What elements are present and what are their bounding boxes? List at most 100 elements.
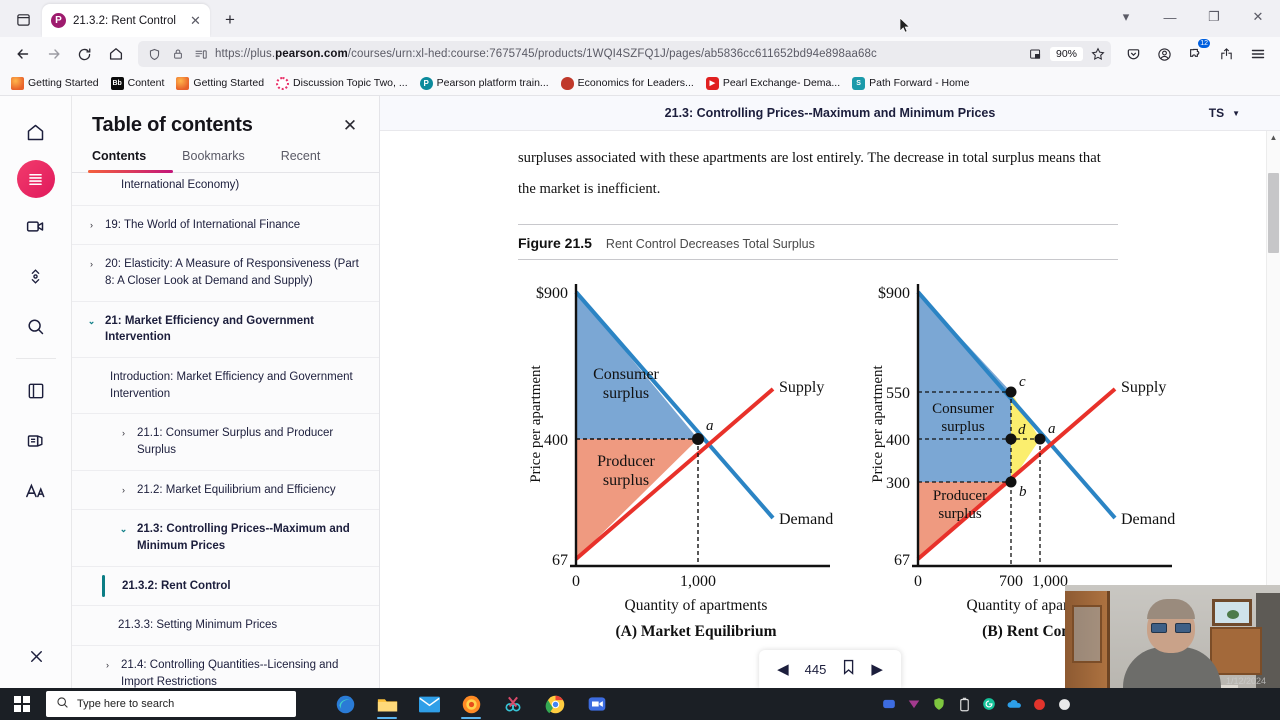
menu-icon[interactable]: [1243, 40, 1272, 68]
chevron-right-icon[interactable]: ›: [86, 217, 97, 232]
maximize-icon[interactable]: ❐: [1192, 0, 1236, 34]
file-explorer-icon[interactable]: [368, 688, 406, 720]
scroll-up-icon[interactable]: ▲: [1267, 133, 1280, 142]
point-a: [1034, 433, 1046, 445]
toc-item[interactable]: › 21.2: Market Equilibrium and Efficienc…: [72, 471, 379, 511]
tab-title: 21.3.2: Rent Control: [73, 14, 176, 27]
close-icon[interactable]: ✕: [339, 115, 361, 137]
bookmark-item[interactable]: Bb Content: [106, 75, 170, 92]
rail-item-search[interactable]: [14, 304, 58, 348]
chevron-down-icon[interactable]: ⌄: [118, 521, 129, 536]
onedrive-icon[interactable]: [1006, 696, 1022, 712]
bookmark-icon[interactable]: [842, 659, 855, 679]
rail-close-icon[interactable]: [0, 647, 72, 666]
mouse-cursor: [900, 18, 911, 33]
chevron-down-icon[interactable]: ⌄: [86, 313, 97, 328]
zoom-tray-icon[interactable]: [881, 696, 897, 712]
bookmark-item[interactable]: ▶ Pearl Exchange- Dema...: [701, 75, 845, 92]
shield-icon[interactable]: [146, 46, 163, 63]
chevron-right-icon[interactable]: ›: [102, 657, 113, 672]
close-icon[interactable]: ✕: [1236, 0, 1280, 34]
zoom-icon[interactable]: [578, 688, 616, 720]
figure-caption: Rent Control Decreases Total Surplus: [605, 236, 815, 251]
user-menu[interactable]: TS ▼: [1209, 106, 1240, 120]
bookmark-item[interactable]: Getting Started: [171, 75, 269, 92]
rail-item-table-of-contents[interactable]: [16, 160, 55, 198]
figure-number: Figure 21.5: [518, 234, 592, 251]
address-bar[interactable]: https://plus.pearson.com/courses/urn:xl-…: [138, 41, 1111, 67]
rail-item-expand[interactable]: [14, 254, 58, 298]
toc-item-active[interactable]: 21.3.2: Rent Control: [72, 567, 379, 607]
share-icon[interactable]: [1212, 40, 1241, 68]
chrome-icon[interactable]: [536, 688, 574, 720]
zoom-level-indicator[interactable]: 90%: [1049, 47, 1083, 61]
toc-item[interactable]: › 20: Elasticity: A Measure of Responsiv…: [72, 245, 379, 302]
chevron-down-icon[interactable]: ▾: [1104, 0, 1148, 34]
forward-arrow-icon[interactable]: [39, 40, 68, 68]
security-icon[interactable]: [931, 696, 947, 712]
rail-item-flashcards[interactable]: [14, 419, 58, 463]
figure-header: Figure 21.5 Rent Control Decreases Total…: [518, 225, 1118, 260]
toc-item[interactable]: Introduction: Market Efficiency and Gove…: [72, 358, 379, 415]
bookmark-item[interactable]: Getting Started: [6, 75, 104, 92]
reload-icon[interactable]: [70, 40, 99, 68]
webcam-overlay[interactable]: 1/12/2024: [1065, 585, 1280, 688]
scrollbar-thumb[interactable]: [1268, 173, 1279, 253]
previous-page-icon[interactable]: ◀: [777, 660, 789, 678]
chevron-right-icon[interactable]: ›: [86, 256, 97, 271]
page-number[interactable]: 445: [805, 662, 827, 677]
reader-view-icon[interactable]: [192, 46, 209, 63]
star-icon[interactable]: [1089, 46, 1106, 63]
chat-icon[interactable]: [1056, 696, 1072, 712]
next-page-icon[interactable]: ▶: [871, 660, 883, 678]
windows-start-icon[interactable]: [0, 688, 44, 720]
chevron-down-icon: ▼: [1232, 108, 1240, 118]
firefox-icon[interactable]: [452, 688, 490, 720]
toc-item[interactable]: 21.3.3: Setting Minimum Prices: [72, 606, 379, 647]
toc-item[interactable]: › 21.4: Controlling Quantities--Licensin…: [72, 646, 379, 688]
rail-item-text-size[interactable]: [14, 469, 58, 513]
bookmark-item[interactable]: P Pearson platform train...: [415, 75, 554, 92]
chevron-right-icon[interactable]: ›: [118, 482, 129, 497]
close-icon[interactable]: ✕: [187, 12, 204, 29]
tab-list-button[interactable]: [6, 4, 40, 34]
toc-item[interactable]: ⌄ 21.3: Controlling Prices--Maximum and …: [72, 510, 379, 567]
webcam-date: 1/12/2024: [1225, 676, 1266, 686]
tab-contents[interactable]: Contents: [92, 149, 146, 172]
grammarly-icon[interactable]: [981, 696, 997, 712]
taskbar-search[interactable]: Type here to search: [46, 691, 296, 717]
snip-tool-icon[interactable]: [494, 688, 532, 720]
lock-icon[interactable]: [169, 46, 186, 63]
reader-mode-toggle-icon[interactable]: [1027, 46, 1044, 63]
tab-recent[interactable]: Recent: [281, 149, 321, 172]
new-tab-button[interactable]: +: [217, 7, 243, 33]
bookmark-item[interactable]: Discussion Topic Two, ...: [271, 75, 413, 92]
edge-icon[interactable]: [326, 688, 364, 720]
back-arrow-icon[interactable]: [8, 40, 37, 68]
pocket-icon[interactable]: [1119, 40, 1148, 68]
content-scrollbar[interactable]: ▲: [1266, 131, 1280, 653]
rail-item-home[interactable]: [14, 110, 58, 154]
nvidia-icon[interactable]: [906, 696, 922, 712]
chevron-right-icon[interactable]: ›: [118, 425, 129, 440]
bookmark-item[interactable]: S Path Forward - Home: [847, 75, 974, 92]
extension-badge-icon[interactable]: 12: [1181, 39, 1210, 68]
browser-tab[interactable]: P 21.3.2: Rent Control ✕: [42, 4, 210, 37]
rail-item-notebook[interactable]: [14, 369, 58, 413]
minimize-icon[interactable]: —: [1148, 0, 1192, 34]
bookmark-item[interactable]: Economics for Leaders...: [556, 75, 699, 92]
pdf-icon[interactable]: [1031, 696, 1047, 712]
toc-item[interactable]: International Economy): [72, 173, 379, 206]
toc-item[interactable]: › 21.1: Consumer Surplus and Producer Su…: [72, 414, 379, 471]
tool-rail: [0, 96, 72, 688]
teams-icon: S: [852, 76, 866, 90]
home-icon[interactable]: [101, 40, 130, 68]
toc-item[interactable]: ⌄ 21: Market Efficiency and Government I…: [72, 302, 379, 359]
account-icon[interactable]: [1150, 40, 1179, 68]
tab-bookmarks[interactable]: Bookmarks: [182, 149, 245, 172]
toc-list[interactable]: International Economy) › 19: The World o…: [72, 173, 379, 688]
mail-icon[interactable]: [410, 688, 448, 720]
battery-icon[interactable]: [956, 696, 972, 712]
rail-item-video[interactable]: [14, 204, 58, 248]
toc-item[interactable]: › 19: The World of International Finance: [72, 206, 379, 246]
